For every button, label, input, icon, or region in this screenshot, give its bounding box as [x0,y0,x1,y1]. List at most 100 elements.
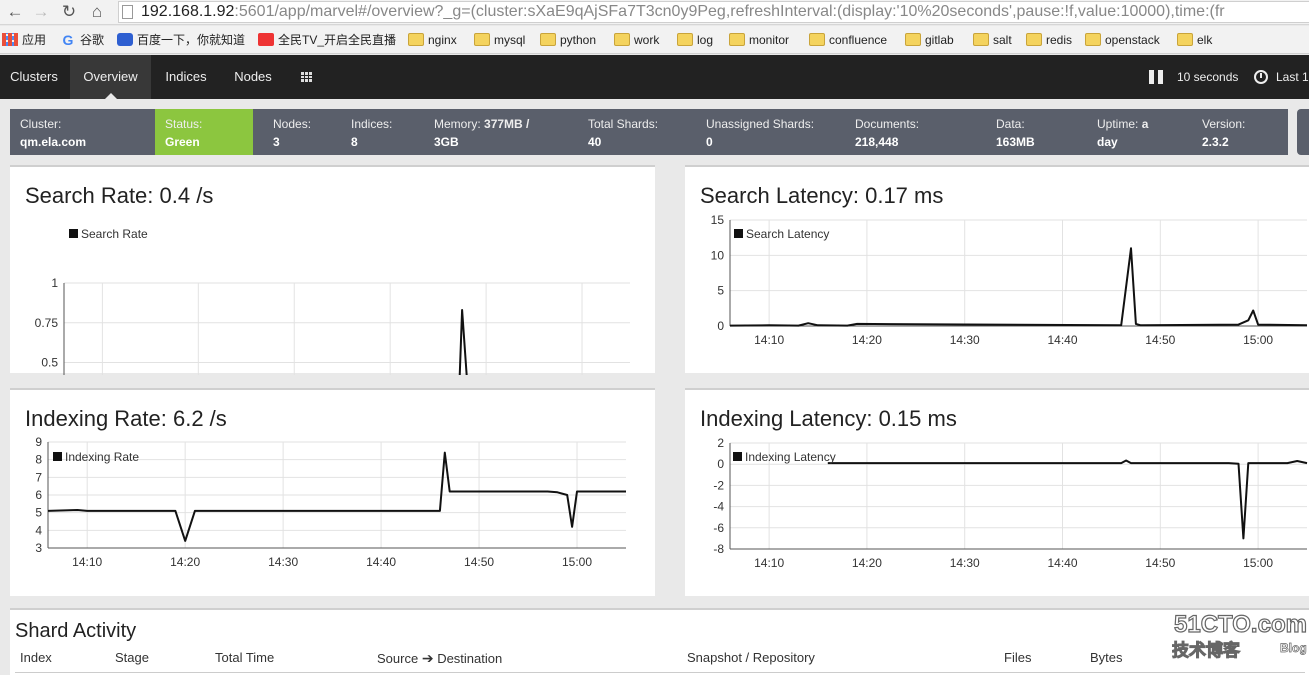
x-tick-label: 14:50 [1145,333,1175,347]
folder-icon [408,33,424,46]
col-total-time[interactable]: Total Time [215,650,274,665]
x-tick-label: 14:30 [950,556,980,570]
panel-search-latency: 0 5 10 15 14:10 14:20 14:30 14:40 14:50 15:00 Sear… [685,165,1309,373]
y-tick-label: -4 [713,500,724,514]
bookmark-apps[interactable]: 应用 [2,31,46,49]
url-input[interactable]: 192.168.1.92:5601/app/marvel#/overview?_… [118,1,1309,23]
bookmark-log[interactable]: log [677,31,713,49]
pause-icon[interactable] [1149,70,1163,84]
back-icon[interactable]: ← [4,2,26,22]
indexing-latency-title: Indexing Latency: 0.15 ms [700,406,957,431]
home-icon[interactable]: ⌂ [86,2,108,22]
bookmark-elk[interactable]: elk [1177,31,1212,49]
tab-nodes[interactable]: Nodes [222,55,284,99]
apps-grid-icon [2,33,18,46]
reload-icon[interactable]: ↻ [58,2,80,22]
bookmark-confluence[interactable]: confluence [809,31,887,49]
bookmark-baidu[interactable]: 百度一下，你就知道 [117,31,245,49]
page-icon [122,5,133,19]
col-source-destination[interactable]: Source ➔ Destination [377,650,502,667]
watermark-line2: 技术博客 [1172,640,1241,661]
tab-clusters[interactable]: Clusters [0,55,68,99]
indexing-rate-title: Indexing Rate: 6.2 /s [25,406,227,431]
y-tick-label: 5 [35,506,42,520]
dashboard-grid-icon[interactable] [301,72,313,82]
col-bytes[interactable]: Bytes [1090,650,1123,665]
y-tick-label: 7 [35,470,42,484]
folder-icon [614,33,630,46]
x-tick-label: 14:40 [1047,556,1077,570]
y-tick-label: -6 [713,521,724,535]
tab-overview[interactable]: Overview [70,55,151,99]
quanmintv-icon [258,33,274,46]
stat-total-shards: Total Shards: 40 [588,117,659,149]
bookmark-mysql[interactable]: mysql [474,31,525,49]
bookmark-monitor[interactable]: monitor [729,31,789,49]
search-latency-title: Search Latency: 0.17 ms [700,183,944,208]
x-tick-label: 14:20 [852,556,882,570]
bookmark-google[interactable]: G 谷歌 [60,31,104,49]
watermark-line3: Blog [1280,641,1307,655]
folder-icon [474,33,490,46]
bookmark-quanmintv[interactable]: 全民TV_开启全民直播 [258,31,396,49]
x-tick-label: 14:10 [754,333,784,347]
arrow-right-icon: ➔ [421,650,434,666]
bookmarks-bar: 应用 G 谷歌 百度一下，你就知道 全民TV_开启全民直播 nginx mysql… [0,26,1309,54]
y-tick-label: 5 [717,284,724,298]
bookmark-python[interactable]: python [540,31,596,49]
stat-unassigned-shards: Unassigned Shards: 0 [706,117,815,149]
legend-swatch [734,229,743,238]
folder-icon [540,33,556,46]
stat-indices: Indices: 8 [351,117,393,149]
bookmark-redis[interactable]: redis [1026,31,1072,49]
y-tick-label: 10 [711,248,725,262]
folder-icon [1085,33,1101,46]
bookmark-gitlab[interactable]: gitlab [905,31,954,49]
tab-indices[interactable]: Indices [152,55,220,99]
x-tick-label: 15:00 [1243,333,1273,347]
y-tick-label: -2 [713,478,724,492]
bookmark-salt[interactable]: salt [973,31,1012,49]
clock-icon[interactable] [1254,70,1268,84]
col-stage[interactable]: Stage [115,650,149,665]
x-tick-label: 14:30 [268,555,298,569]
stat-status: Status: Green [155,109,253,155]
bookmark-nginx[interactable]: nginx [408,31,457,49]
col-index[interactable]: Index [20,650,52,665]
stat-version: Version: 2.3.2 [1202,117,1246,149]
x-tick-label: 14:10 [754,556,784,570]
x-tick-label: 15:00 [1243,556,1273,570]
refresh-interval[interactable]: 10 seconds [1177,55,1238,99]
y-tick-label: 0 [717,457,724,471]
status-bar-edge [1297,109,1309,155]
col-files[interactable]: Files [1004,650,1031,665]
y-tick-label: 0.75 [35,316,59,330]
panel-search-rate: 00.250.50.75114:1014:2014:3014:4014:5015… [10,165,655,375]
col-snapshot-repository[interactable]: Snapshot / Repository [687,650,815,665]
forward-icon[interactable]: → [30,2,52,22]
time-range-picker[interactable]: Last 1 [1276,55,1309,99]
y-tick-label: 3 [35,541,42,555]
stat-data: Data: 163MB [996,117,1035,149]
legend-label: Search Latency [746,227,829,241]
stat-nodes: Nodes: 3 [273,117,312,149]
y-tick-label: 0 [717,319,724,333]
shard-activity-panel: Shard Activity Index Stage Total Time So… [10,608,1309,675]
panel-indexing-rate: 3 4 5 6 7 8 9 14:10 14:20 14:30 14:40 14:50 15:00 Ind… [10,388,655,596]
folder-icon [973,33,989,46]
bookmark-openstack[interactable]: openstack [1085,31,1160,49]
x-tick-label: 14:50 [464,555,494,569]
search-rate-title: Search Rate: 0.4 /s [25,183,214,208]
x-tick-label: 14:10 [72,555,102,569]
x-tick-label: 14:40 [366,555,396,569]
folder-icon [1177,33,1193,46]
bookmark-work[interactable]: work [614,31,659,49]
series-line [827,459,1308,540]
stat-cluster: Cluster: qm.ela.com [20,117,87,149]
y-tick-label: 9 [35,435,42,449]
y-tick-label: -8 [713,542,724,556]
x-tick-label: 14:20 [852,333,882,347]
panel-indexing-latency: -8 -6 -4 -2 0 2 14:10 14:20 14:30 14:40 14:50 15:00… [685,388,1309,596]
url-host: 192.168.1.92 [141,3,235,20]
y-tick-label: 2 [717,436,724,450]
